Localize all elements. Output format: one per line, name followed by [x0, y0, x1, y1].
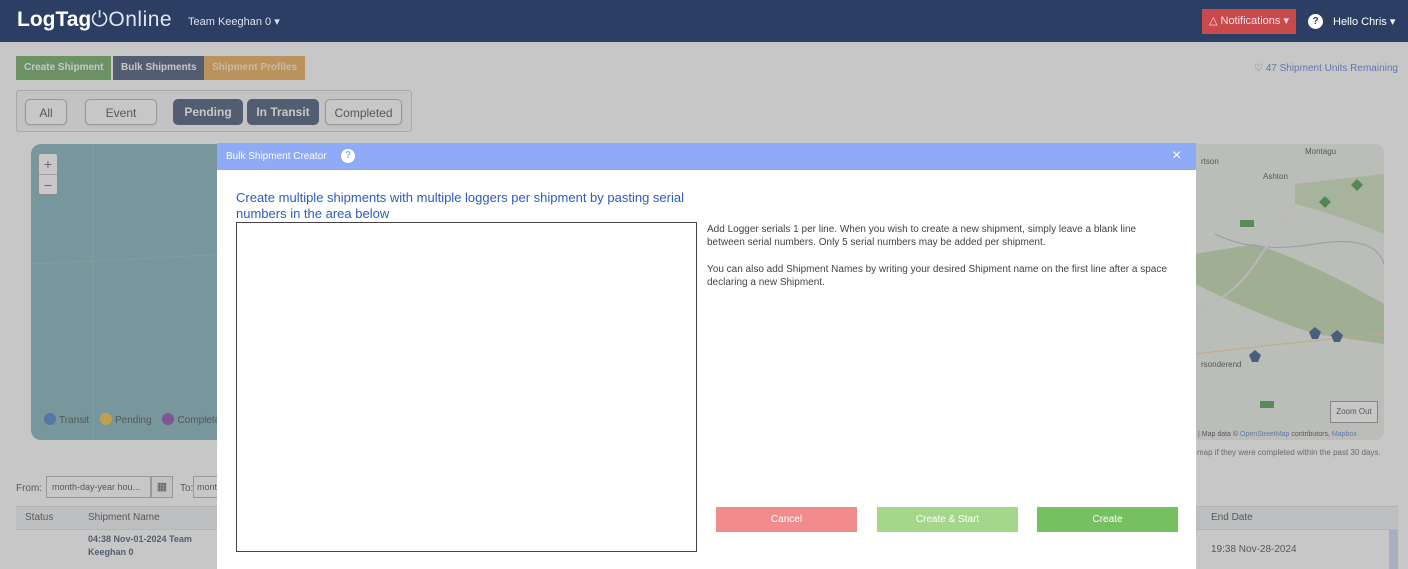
instructions-names: You can also add Shipment Names by writi…	[707, 264, 1167, 288]
top-nav: LogTag⏻Online Team Keeghan 0 ▾ △ Notific…	[0, 0, 1408, 42]
notifications-button[interactable]: △ Notifications ▾	[1202, 9, 1296, 34]
modal-title: Bulk Shipment Creator	[226, 151, 327, 162]
create-and-start-button[interactable]: Create & Start	[877, 507, 1018, 532]
serial-numbers-textarea[interactable]	[236, 222, 697, 552]
modal-header: Bulk Shipment Creator ? ×	[217, 143, 1196, 170]
help-icon[interactable]: ?	[1308, 14, 1323, 29]
cancel-button[interactable]: Cancel	[716, 507, 857, 532]
team-selector[interactable]: Team Keeghan 0 ▾	[188, 15, 280, 28]
logtag-logo[interactable]: LogTag⏻Online	[17, 8, 172, 32]
close-icon[interactable]: ×	[1172, 148, 1181, 164]
modal-heading: Create multiple shipments with multiple …	[236, 190, 684, 221]
create-button[interactable]: Create	[1037, 507, 1178, 532]
power-icon: ⏻	[91, 8, 109, 31]
bulk-shipment-modal: Bulk Shipment Creator ? × Create multipl…	[217, 143, 1196, 569]
user-menu[interactable]: Hello Chris ▾	[1333, 15, 1395, 28]
modal-help-icon[interactable]: ?	[341, 149, 355, 163]
instructions-serials: Add Logger serials 1 per line. When you …	[707, 224, 1137, 248]
